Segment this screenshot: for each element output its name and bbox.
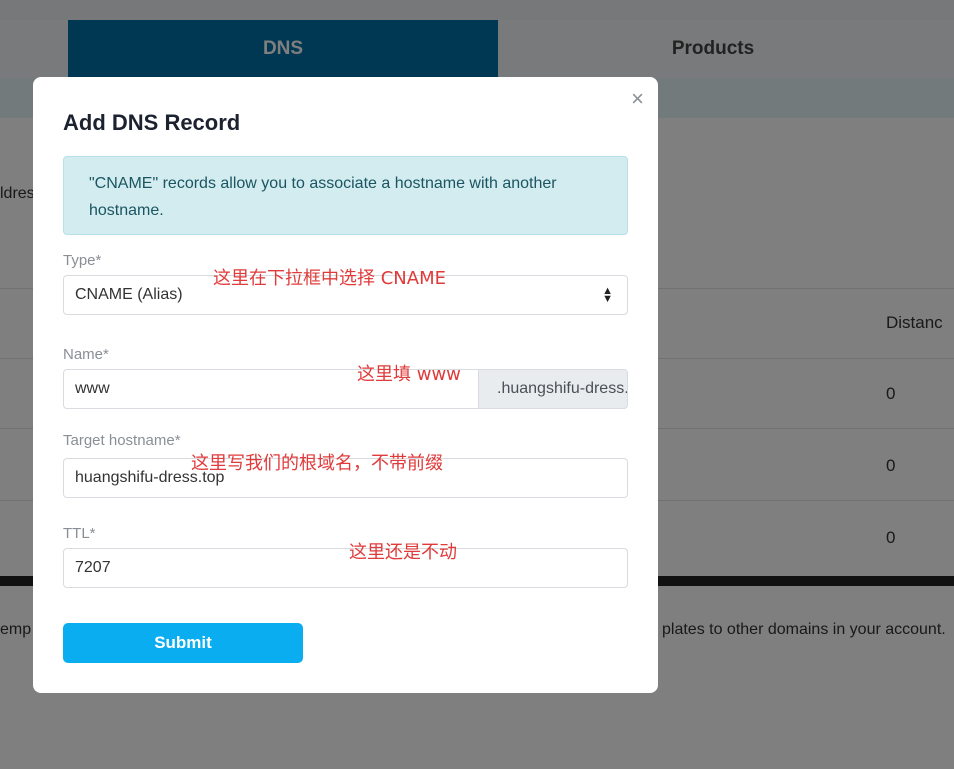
name-label: Name* xyxy=(63,346,109,363)
annotation-ttl: 这里还是不动 xyxy=(349,542,457,563)
ttl-label: TTL* xyxy=(63,525,96,542)
modal-title: Add DNS Record xyxy=(63,110,241,135)
annotation-name: 这里填 www xyxy=(357,364,461,385)
page: DNS Products ldres Distanc 0 0 0 emp pla… xyxy=(0,0,954,769)
type-select-value: CNAME (Alias) xyxy=(75,286,183,303)
add-dns-record-modal: × Add DNS Record "CNAME" records allow y… xyxy=(33,77,658,693)
info-alert-text: "CNAME" records allow you to associate a… xyxy=(89,175,557,219)
info-alert: "CNAME" records allow you to associate a… xyxy=(63,156,628,235)
type-label: Type* xyxy=(63,252,102,269)
annotation-type: 这里在下拉框中选择 CNAME xyxy=(213,268,446,289)
annotation-target: 这里写我们的根域名，不带前缀 xyxy=(191,453,443,474)
ttl-input-value: 7207 xyxy=(75,559,111,576)
target-hostname-label: Target hostname* xyxy=(63,432,181,449)
name-input-value: www xyxy=(75,380,110,397)
domain-suffix-addon: .huangshifu-dress.top xyxy=(479,369,628,409)
submit-button[interactable]: Submit xyxy=(63,623,303,663)
ttl-input[interactable]: 7207 xyxy=(63,548,628,588)
select-arrows-icon: ▲ ▼ xyxy=(602,285,613,305)
close-icon[interactable]: × xyxy=(631,87,644,111)
